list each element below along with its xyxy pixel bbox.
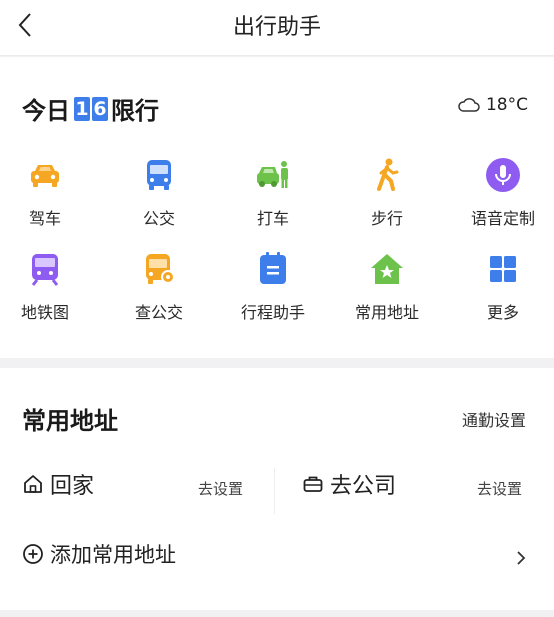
limit-digit: 6 xyxy=(92,96,108,121)
shortcut-label: 驾车 xyxy=(28,209,61,228)
home-star-icon xyxy=(371,254,403,284)
column-divider xyxy=(274,468,275,514)
shortcut-label: 地铁图 xyxy=(20,303,69,322)
shortcut-itinerary[interactable]: 行程助手 xyxy=(218,251,328,323)
home-label: 回家 xyxy=(50,474,95,499)
home-address-row[interactable]: 回家 xyxy=(22,468,94,500)
shortcut-label: 打车 xyxy=(256,209,289,228)
shortcut-label: 更多 xyxy=(486,303,519,322)
shortcut-walk[interactable]: 步行 xyxy=(332,157,442,229)
favorite-addresses-card: 常用地址 通勤设置 回家 去设置 去公司 去设置 添加常用地址 xyxy=(0,368,554,610)
shortcut-label: 常用地址 xyxy=(354,303,419,322)
page-title: 出行助手 xyxy=(232,15,321,40)
shortcut-bus-search[interactable]: 查公交 xyxy=(104,251,214,323)
cloud-icon xyxy=(458,98,480,112)
section-title: 常用地址 xyxy=(22,407,118,435)
add-address-label: 添加常用地址 xyxy=(50,543,176,567)
limit-suffix: 限行 xyxy=(111,97,159,125)
walk-icon xyxy=(377,158,399,191)
shortcut-subway-map[interactable]: 地铁图 xyxy=(0,251,100,323)
taxi-icon xyxy=(257,161,288,188)
shortcut-taxi[interactable]: 打车 xyxy=(218,157,328,229)
itinerary-icon xyxy=(260,252,286,284)
shortcut-label: 查公交 xyxy=(134,303,183,322)
work-setup-button[interactable]: 去设置 xyxy=(477,478,522,499)
shortcut-bus[interactable]: 公交 xyxy=(104,157,214,229)
add-favorite-address[interactable]: 添加常用地址 xyxy=(22,539,176,569)
limit-prefix: 今日 xyxy=(22,97,70,125)
travel-tools-card: 今日 1 6 限行 18°C 驾车 公交 打车 步行 语音定制 地铁图 查公交 … xyxy=(0,57,554,358)
shortcut-voice[interactable]: 语音定制 xyxy=(448,157,554,229)
bus-icon xyxy=(147,160,171,190)
shortcut-label: 行程助手 xyxy=(240,303,305,322)
briefcase-icon xyxy=(303,476,323,492)
chevron-right-icon[interactable] xyxy=(516,550,526,566)
traffic-limit-heading: 今日 1 6 限行 xyxy=(22,91,159,126)
section-divider xyxy=(0,358,554,368)
plus-circle-icon xyxy=(23,544,43,564)
bus-search-icon xyxy=(146,254,175,284)
subway-icon xyxy=(31,254,59,286)
microphone-icon xyxy=(486,158,520,192)
shortcut-more[interactable]: 更多 xyxy=(448,251,554,323)
limit-digit: 1 xyxy=(74,96,90,121)
work-address-row[interactable]: 去公司 xyxy=(302,468,396,500)
commute-settings-link[interactable]: 通勤设置 xyxy=(462,407,526,431)
house-icon xyxy=(24,475,42,493)
shortcut-label: 公交 xyxy=(142,209,175,228)
weather-widget[interactable]: 18°C xyxy=(458,95,528,115)
shortcut-favorite-places[interactable]: 常用地址 xyxy=(332,251,442,323)
home-setup-button[interactable]: 去设置 xyxy=(198,478,243,499)
shortcut-label: 语音定制 xyxy=(470,209,535,228)
shortcut-label: 步行 xyxy=(370,209,403,228)
grid-icon xyxy=(490,256,516,282)
work-label: 去公司 xyxy=(330,474,397,499)
weather-temp: 18°C xyxy=(485,95,528,115)
limit-plate-numbers: 1 6 xyxy=(74,96,108,121)
car-icon xyxy=(31,165,59,187)
shortcut-drive[interactable]: 驾车 xyxy=(0,157,100,229)
top-bar: 出行助手 xyxy=(0,0,554,56)
